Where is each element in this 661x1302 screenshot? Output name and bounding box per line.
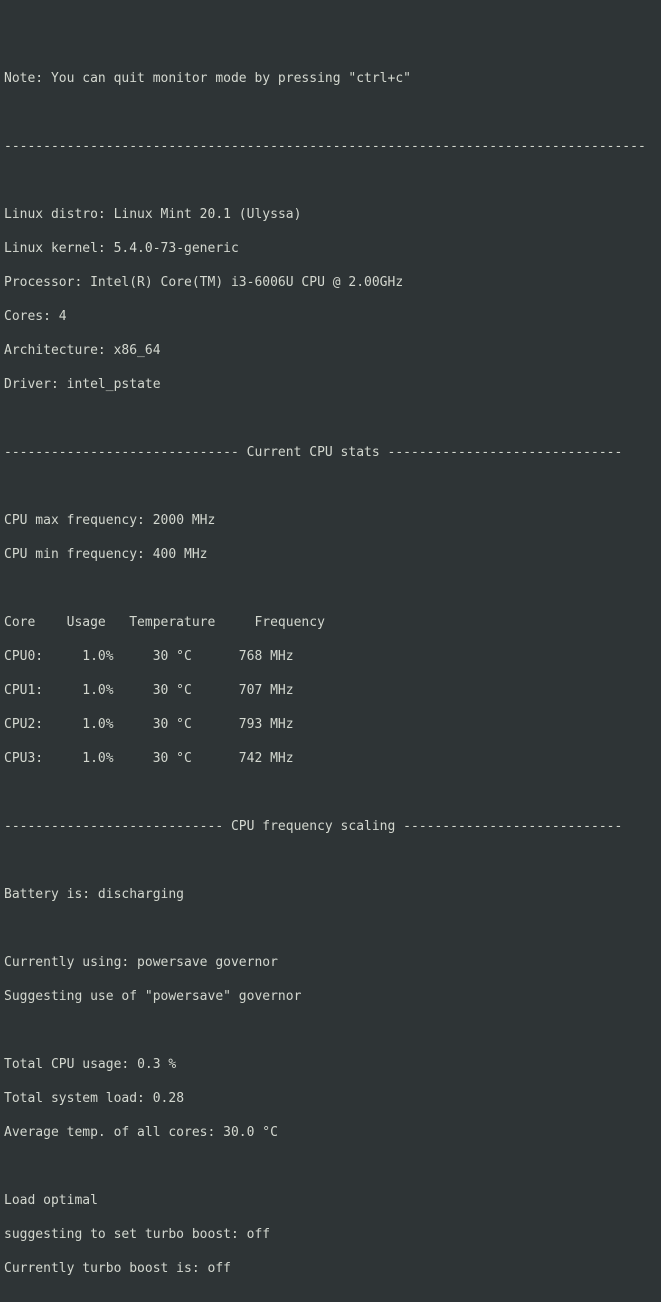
avg-temp-value: 30.0 °C (223, 1125, 278, 1140)
distro-line: Linux distro: Linux Mint 20.1 (Ulyssa) (4, 206, 657, 223)
arch-value: x86_64 (114, 343, 161, 358)
cpu-max-line: CPU max frequency: 2000 MHz (4, 512, 657, 529)
governor-suggest-line: Suggesting use of "powersave" governor (4, 988, 657, 1005)
battery-line: Battery is: discharging (4, 886, 657, 903)
driver-label: Driver: (4, 377, 67, 392)
total-usage-value: 0.3 % (137, 1057, 176, 1072)
blank (4, 784, 657, 801)
kernel-line: Linux kernel: 5.4.0-73-generic (4, 240, 657, 257)
cpu-min-label: CPU min frequency: (4, 547, 153, 562)
blank (4, 478, 657, 495)
distro-label: Linux distro: (4, 207, 114, 222)
core-row: CPU3: 1.0% 30 °C 742 MHz (4, 750, 657, 767)
processor-value: Intel(R) Core(TM) i3-6006U CPU @ 2.00GHz (90, 275, 403, 290)
distro-value: Linux Mint 20.1 (Ulyssa) (114, 207, 302, 222)
governor-current-line: Currently using: powersave governor (4, 954, 657, 971)
divider: ----------------------------------------… (4, 138, 657, 155)
core-table-header: Core Usage Temperature Frequency (4, 614, 657, 631)
cpu-max-label: CPU max frequency: (4, 513, 153, 528)
cpu-max-value: 2000 MHz (153, 513, 216, 528)
blank (4, 852, 657, 869)
blank (4, 920, 657, 937)
total-load-value: 0.28 (153, 1091, 184, 1106)
note-text: Note: You can quit monitor mode by press… (4, 70, 657, 87)
processor-line: Processor: Intel(R) Core(TM) i3-6006U CP… (4, 274, 657, 291)
blank (4, 1294, 657, 1302)
blank (4, 410, 657, 427)
arch-line: Architecture: x86_64 (4, 342, 657, 359)
blank (4, 580, 657, 597)
cores-label: Cores: (4, 309, 59, 324)
driver-value: intel_pstate (67, 377, 161, 392)
load-status-line: Load optimal (4, 1192, 657, 1209)
turbo-suggest-line: suggesting to set turbo boost: off (4, 1226, 657, 1243)
arch-label: Architecture: (4, 343, 114, 358)
cores-line: Cores: 4 (4, 308, 657, 325)
kernel-label: Linux kernel: (4, 241, 114, 256)
cpu-min-value: 400 MHz (153, 547, 208, 562)
processor-label: Processor: (4, 275, 90, 290)
total-load-line: Total system load: 0.28 (4, 1090, 657, 1107)
blank (4, 172, 657, 189)
avg-temp-line: Average temp. of all cores: 30.0 °C (4, 1124, 657, 1141)
kernel-value: 5.4.0-73-generic (114, 241, 239, 256)
cores-value: 4 (59, 309, 67, 324)
core-row: CPU1: 1.0% 30 °C 707 MHz (4, 682, 657, 699)
blank (4, 1022, 657, 1039)
avg-temp-label: Average temp. of all cores: (4, 1125, 223, 1140)
total-usage-line: Total CPU usage: 0.3 % (4, 1056, 657, 1073)
cpu-min-line: CPU min frequency: 400 MHz (4, 546, 657, 563)
section-stats-header: ------------------------------ Current C… (4, 444, 657, 461)
total-load-label: Total system load: (4, 1091, 153, 1106)
section-scaling-header: ---------------------------- CPU frequen… (4, 818, 657, 835)
core-row: CPU2: 1.0% 30 °C 793 MHz (4, 716, 657, 733)
blank (4, 1158, 657, 1175)
turbo-current-line: Currently turbo boost is: off (4, 1260, 657, 1277)
blank (4, 104, 657, 121)
driver-line: Driver: intel_pstate (4, 376, 657, 393)
total-usage-label: Total CPU usage: (4, 1057, 137, 1072)
